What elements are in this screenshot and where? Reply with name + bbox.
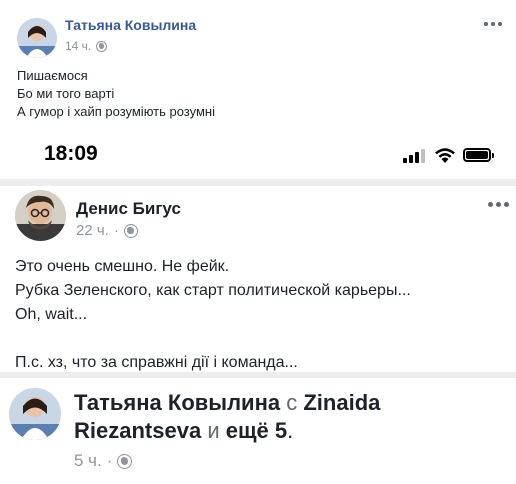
globe-icon xyxy=(117,453,133,469)
third-post-timestamp: 5 ч. xyxy=(74,451,102,470)
separator-dot: · xyxy=(113,222,119,239)
avatar-photo-icon xyxy=(17,18,57,58)
inner-post-line xyxy=(15,327,411,351)
screenshot-divider xyxy=(0,179,516,186)
post-line: А гумор і хайп розуміють розумні xyxy=(17,104,215,119)
phone-clock: 18:09 xyxy=(44,142,98,165)
header-period: . xyxy=(287,418,294,443)
tagged-user-name: Zinaida xyxy=(303,390,381,415)
inner-author-name: Денис Бигус xyxy=(76,199,181,218)
and-word: и xyxy=(207,418,220,443)
phone-status-icons xyxy=(403,145,495,165)
author-avatar[interactable] xyxy=(17,18,57,58)
third-author-avatar xyxy=(9,388,61,440)
post-meta: 14 ч. xyxy=(65,39,108,53)
avatar-photo-icon xyxy=(9,388,61,440)
post-timestamp[interactable]: 14 ч. xyxy=(65,39,91,53)
inner-post-line: Oh, wait... xyxy=(15,306,88,323)
tagged-user-name-2: Riezantseva xyxy=(74,418,202,443)
inner-post-meta: 22 ч. · xyxy=(76,222,138,239)
separator-dot: · xyxy=(106,451,113,470)
globe-icon xyxy=(96,40,108,52)
post-line: Бо ми того варті xyxy=(17,86,115,101)
inner-post-line: Это очень смешно. Не фейк. xyxy=(15,258,230,275)
battery-icon xyxy=(463,148,494,162)
with-word: с xyxy=(286,390,298,415)
avatar-photo-icon xyxy=(15,190,66,241)
third-author-name: Татьяна Ковылина xyxy=(74,390,281,415)
screenshot-divider xyxy=(0,372,516,378)
inner-post-options-icon xyxy=(488,202,509,207)
wifi-icon xyxy=(435,148,455,163)
inner-post-timestamp: 22 ч. xyxy=(76,222,109,239)
third-post-header: Татьяна Ковылина с Zinaida Riezantseva и… xyxy=(74,389,494,445)
post-options-button[interactable] xyxy=(484,22,502,26)
inner-post-line: Рубка Зеленского, как старт политической… xyxy=(15,282,411,299)
post-author-name[interactable]: Татьяна Ковылина xyxy=(65,17,196,33)
post-body: Пишаємося Бо ми того варті А гумор і хай… xyxy=(17,67,215,121)
tagged-others: ещё 5 xyxy=(225,418,288,443)
facebook-post: Татьяна Ковылина 14 ч. Пишаємося Бо ми т… xyxy=(0,0,516,484)
inner-post-body: Это очень смешно. Не фейк. Рубка Зеленск… xyxy=(15,255,411,375)
signal-icon xyxy=(403,149,425,163)
inner-author-avatar xyxy=(15,190,66,241)
globe-icon xyxy=(123,223,138,238)
third-post-meta: 5 ч. · xyxy=(74,451,133,471)
post-line: Пишаємося xyxy=(17,68,88,83)
